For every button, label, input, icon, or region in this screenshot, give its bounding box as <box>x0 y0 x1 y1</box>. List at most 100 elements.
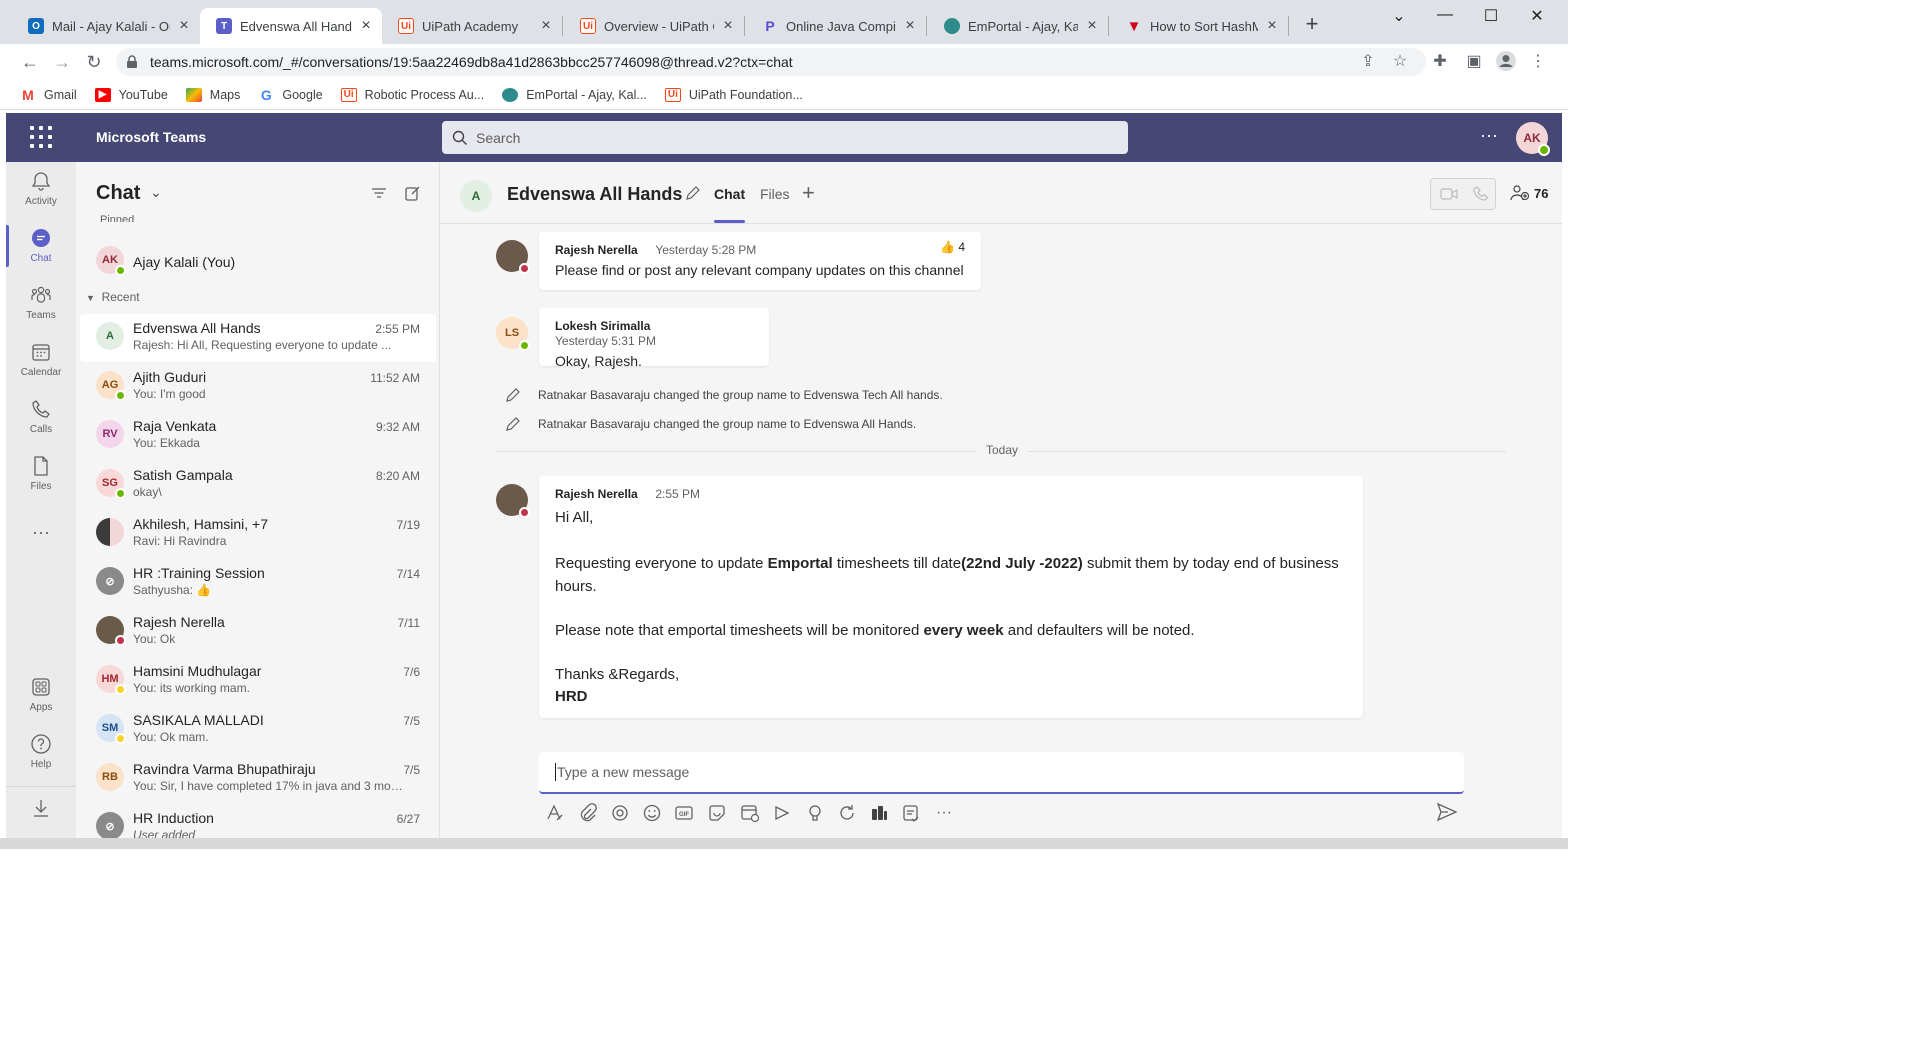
filter-icon[interactable] <box>370 184 388 202</box>
bookmark-youtube[interactable]: ▶ YouTube <box>94 87 168 102</box>
audio-call-icon[interactable] <box>1471 185 1491 203</box>
back-button[interactable]: ← <box>18 50 42 74</box>
list-item[interactable]: RV Raja Venkata You: Ekkada 9:32 AM <box>80 412 436 460</box>
message-bubble[interactable]: Rajesh Nerella Yesterday 5:28 PM Please … <box>539 232 981 290</box>
new-tab-button[interactable]: + <box>1300 12 1324 36</box>
bookmark-star-icon[interactable]: ☆ <box>1388 50 1412 74</box>
maximize-button[interactable]: ☐ <box>1468 6 1514 30</box>
page-title: Chat <box>96 182 141 204</box>
bookmark-gmail[interactable]: M Gmail <box>20 86 77 103</box>
approvals-icon[interactable] <box>900 802 922 824</box>
list-item[interactable]: SM SASIKALA MALLADI You: Ok mam. 7/5 <box>80 706 436 754</box>
close-tab-icon[interactable]: × <box>538 17 554 35</box>
avatar[interactable]: LS <box>496 317 530 351</box>
minimize-button[interactable]: — <box>1422 6 1468 30</box>
browser-tab-hashmap[interactable]: ▼ How to Sort HashMap × <box>1110 8 1288 44</box>
schedule-meeting-icon[interactable] <box>739 802 761 824</box>
bookmark-robotic-process[interactable]: Ui Robotic Process Au... <box>340 87 484 102</box>
send-button[interactable] <box>1436 802 1460 824</box>
rail-item-help[interactable]: Help <box>6 725 76 777</box>
more-options-icon[interactable]: ··· <box>1480 125 1498 146</box>
browser-menu-icon[interactable]: ⋮ <box>1526 50 1550 74</box>
presence-away-icon <box>115 733 126 744</box>
avatar[interactable] <box>496 240 530 274</box>
more-apps-icon[interactable]: ··· <box>6 506 76 558</box>
rail-item-files[interactable]: Files <box>6 447 76 499</box>
edit-name-icon[interactable] <box>684 184 702 202</box>
rail-item-chat[interactable]: Chat <box>6 219 76 271</box>
bookmark-emportal[interactable]: EmPortal - Ajay, Kal... <box>502 87 647 102</box>
rail-item-teams[interactable]: Teams <box>6 276 76 328</box>
praise-icon[interactable] <box>804 802 826 824</box>
app-launcher-icon[interactable] <box>30 126 52 148</box>
avatar <box>96 616 126 646</box>
close-tab-icon[interactable]: × <box>176 17 192 35</box>
list-item[interactable]: Akhilesh, Hamsini, +7 Ravi: Hi Ravindra … <box>80 510 436 558</box>
url-bar[interactable]: teams.microsoft.com/_#/conversations/19:… <box>116 48 1426 76</box>
list-item[interactable]: Rajesh Nerella You: Ok 7/11 <box>80 608 436 656</box>
close-window-button[interactable]: ✕ <box>1514 6 1560 30</box>
list-item[interactable]: HM Hamsini Mudhulagar You: its working m… <box>80 657 436 705</box>
browser-tab-teams[interactable]: T Edvenswa All Hands | × <box>200 8 382 44</box>
bookmark-maps[interactable]: Maps <box>185 87 240 102</box>
gmail-icon: M <box>22 86 34 103</box>
list-item[interactable]: AG Ajith Guduri You: I'm good 11:52 AM <box>80 363 436 411</box>
message-bubble[interactable]: Lokesh Sirimalla Yesterday 5:31 PM Okay,… <box>539 308 769 369</box>
extensions-icon[interactable]: ✚ <box>1428 50 1452 74</box>
forward-button[interactable]: → <box>50 50 74 74</box>
browser-tab-java-compiler[interactable]: P Online Java Compiler × <box>746 8 926 44</box>
search-input[interactable]: Search <box>442 121 1128 154</box>
participants-button[interactable]: 76 <box>1510 184 1548 202</box>
browser-tab-uipath-overview[interactable]: Ui Overview - UiPath Or × <box>564 8 744 44</box>
list-item[interactable]: SG Satish Gampala okay\ 8:20 AM <box>80 461 436 509</box>
browser-tab-uipath-academy[interactable]: Ui UiPath Academy × <box>382 8 562 44</box>
rail-item-calls[interactable]: Calls <box>6 390 76 442</box>
rail-item-apps[interactable]: Apps <box>6 668 76 720</box>
loop-icon[interactable] <box>609 802 631 824</box>
updates-icon[interactable] <box>836 802 858 824</box>
stream-icon[interactable] <box>771 802 793 824</box>
side-panel-icon[interactable]: ▣ <box>1462 50 1486 74</box>
rail-item-calendar[interactable]: Calendar <box>6 333 76 385</box>
close-tab-icon[interactable]: × <box>358 17 374 35</box>
rail-item-activity[interactable]: Activity <box>6 162 76 214</box>
sticker-icon[interactable] <box>706 802 728 824</box>
video-call-icon[interactable] <box>1439 185 1459 203</box>
close-tab-icon[interactable]: × <box>720 17 736 35</box>
pinned-chat-item[interactable]: AK Ajay Kalali (You) <box>80 238 436 286</box>
tab-chat[interactable]: Chat <box>714 186 746 223</box>
close-tab-icon[interactable]: × <box>902 17 918 35</box>
list-item[interactable]: ⊘ HR :Training Session Sathyusha: 👍 7/14 <box>80 559 436 607</box>
list-item[interactable]: ⊘ HR Induction User added 6/27 <box>80 804 436 838</box>
reload-button[interactable]: ↻ <box>82 50 106 74</box>
download-button[interactable] <box>6 786 76 832</box>
message-compose-input[interactable]: Type a new message <box>539 752 1464 794</box>
bookmark-google[interactable]: G Google <box>258 87 323 103</box>
attach-icon[interactable] <box>577 802 599 824</box>
recent-section-label[interactable]: ▼ Recent <box>86 290 140 304</box>
profile-icon[interactable] <box>1494 50 1518 74</box>
close-tab-icon[interactable]: × <box>1084 17 1100 35</box>
message-bubble[interactable]: Rajesh Nerella 2:55 PM Hi All, Requestin… <box>539 476 1363 718</box>
new-chat-icon[interactable] <box>404 184 422 202</box>
browser-tab-emportal[interactable]: EmPortal - Ajay, Kalali × <box>928 8 1108 44</box>
tab-search-chevron-icon[interactable]: ⌄ <box>1376 6 1422 30</box>
chevron-down-icon[interactable]: ⌄ <box>150 184 162 201</box>
lock-icon[interactable] <box>126 55 140 69</box>
list-item[interactable]: A Edvenswa All Hands Rajesh: Hi All, Req… <box>80 314 436 362</box>
add-tab-button[interactable]: + <box>802 180 815 206</box>
like-reaction[interactable]: 👍 4 <box>940 240 965 254</box>
tab-files[interactable]: Files <box>760 186 790 202</box>
list-item[interactable]: RB Ravindra Varma Bhupathiraju You: Sir,… <box>80 755 436 803</box>
share-icon[interactable]: ⇪ <box>1356 50 1380 74</box>
browser-tab-mail[interactable]: O Mail - Ajay Kalali - Ou × <box>12 8 200 44</box>
more-options-icon[interactable]: ··· <box>933 802 955 824</box>
emoji-icon[interactable] <box>641 802 663 824</box>
format-icon[interactable] <box>544 802 566 824</box>
viva-icon[interactable] <box>868 802 890 824</box>
gif-icon[interactable]: GIF <box>673 802 695 824</box>
avatar[interactable] <box>496 484 530 518</box>
bookmark-uipath-foundation[interactable]: Ui UiPath Foundation... <box>664 87 803 102</box>
avatar[interactable]: AK <box>1516 122 1550 156</box>
close-tab-icon[interactable]: × <box>1264 17 1280 35</box>
